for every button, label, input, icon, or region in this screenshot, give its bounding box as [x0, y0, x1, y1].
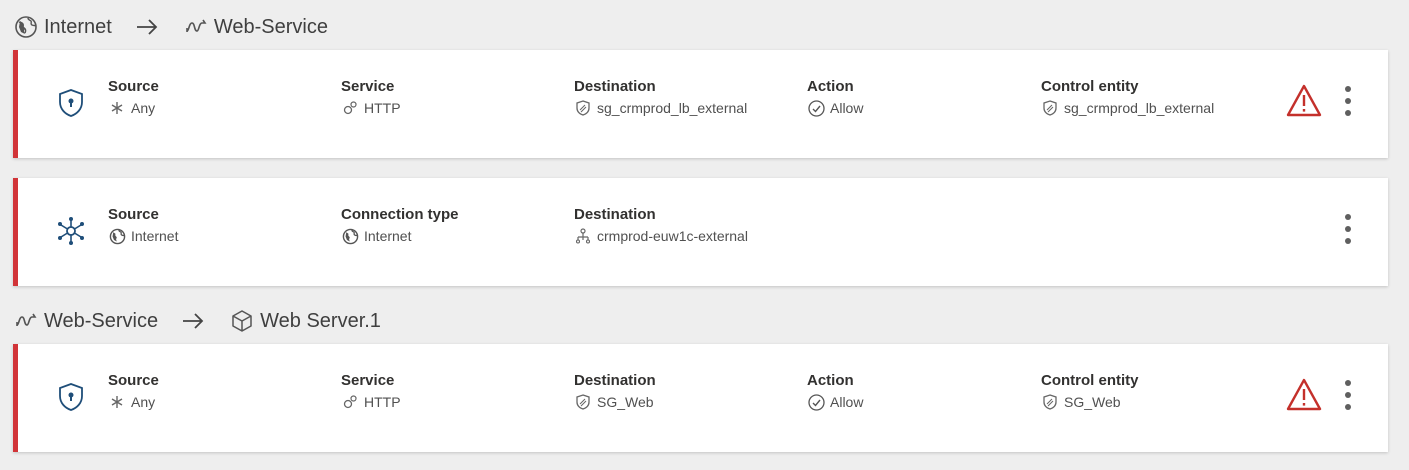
security-group-icon: [1041, 393, 1059, 411]
destination-value[interactable]: SG_Web: [597, 393, 654, 411]
path-to-label: Web Server.1: [260, 309, 381, 332]
source-field: Source Internet: [108, 206, 178, 245]
service-field: Service HTTP: [341, 78, 401, 117]
destination-field: Destination sg_crmprod_lb_external: [574, 78, 747, 117]
warning-icon[interactable]: [1286, 378, 1322, 412]
asterisk-icon: [108, 393, 126, 411]
destination-label: Destination: [574, 372, 656, 389]
control-entity-label: Control entity: [1041, 372, 1139, 389]
destination-value[interactable]: crmprod-euw1c-external: [597, 227, 748, 245]
shield-lock-icon: [56, 382, 86, 412]
more-options-button[interactable]: [1338, 380, 1358, 416]
control-entity-value[interactable]: SG_Web: [1064, 393, 1121, 411]
source-value: Any: [131, 100, 156, 116]
shield-lock-icon: [56, 88, 86, 118]
connection-type-value: Internet: [364, 228, 412, 244]
cube-icon: [230, 309, 254, 333]
source-label: Source: [108, 372, 159, 389]
globe-icon: [108, 227, 126, 245]
source-value: Any: [131, 394, 156, 410]
globe-icon: [14, 15, 38, 39]
destination-label: Destination: [574, 206, 656, 223]
source-field: Source Any: [108, 78, 159, 117]
action-field: Action Allow: [807, 78, 863, 117]
destination-field: Destination SG_Web: [574, 372, 656, 411]
gears-icon: [341, 393, 359, 411]
security-rule-card[interactable]: Source Any Service HTTP Destination SG_W…: [13, 344, 1388, 452]
control-entity-field: Control entity sg_crmprod_lb_external: [1041, 78, 1214, 117]
globe-icon: [341, 227, 359, 245]
network-node-icon: [574, 227, 592, 245]
source-label: Source: [108, 206, 159, 223]
arrow-right-icon: [182, 313, 204, 329]
source-label: Source: [108, 78, 159, 95]
control-entity-label: Control entity: [1041, 78, 1139, 95]
destination-value[interactable]: sg_crmprod_lb_external: [597, 99, 747, 117]
control-entity-value[interactable]: sg_crmprod_lb_external: [1064, 99, 1214, 117]
arrow-right-icon: [136, 19, 158, 35]
source-field: Source Any: [108, 372, 159, 411]
service-value: HTTP: [364, 100, 401, 116]
action-label: Action: [807, 372, 854, 389]
service-value: HTTP: [364, 394, 401, 410]
connection-type-label: Connection type: [341, 206, 459, 223]
service-label: Service: [341, 372, 395, 389]
service-label: Service: [341, 78, 395, 95]
web-service-icon: [184, 15, 208, 39]
connection-type-field: Connection type Internet: [341, 206, 459, 245]
gears-icon: [341, 99, 359, 117]
security-group-icon: [574, 99, 592, 117]
more-options-button[interactable]: [1338, 214, 1358, 250]
security-rule-card[interactable]: Source Any Service HTTP Destination sg_c…: [13, 50, 1388, 158]
action-value: Allow: [830, 100, 864, 116]
destination-field: Destination crmprod-euw1c-external: [574, 206, 748, 245]
web-service-icon: [14, 309, 38, 333]
action-field: Action Allow: [807, 372, 863, 411]
more-options-button[interactable]: [1338, 86, 1358, 122]
check-circle-icon: [807, 393, 825, 411]
path-header: Web-Service Web Server.1: [14, 307, 381, 335]
check-circle-icon: [807, 99, 825, 117]
warning-icon[interactable]: [1286, 84, 1322, 118]
path-to-label: Web-Service: [213, 15, 328, 38]
service-field: Service HTTP: [341, 372, 401, 411]
asterisk-icon: [108, 99, 126, 117]
security-group-icon: [1041, 99, 1059, 117]
path-from-label: Internet: [44, 15, 112, 38]
connection-card[interactable]: Source Internet Connection type Internet…: [13, 178, 1388, 286]
destination-label: Destination: [574, 78, 656, 95]
action-value: Allow: [830, 394, 864, 410]
source-value: Internet: [131, 228, 179, 244]
action-label: Action: [807, 78, 854, 95]
path-header: Internet Web-Service: [14, 13, 328, 41]
control-entity-field: Control entity SG_Web: [1041, 372, 1139, 411]
path-from-label: Web-Service: [44, 309, 159, 332]
security-group-icon: [574, 393, 592, 411]
network-hub-icon: [56, 216, 86, 246]
